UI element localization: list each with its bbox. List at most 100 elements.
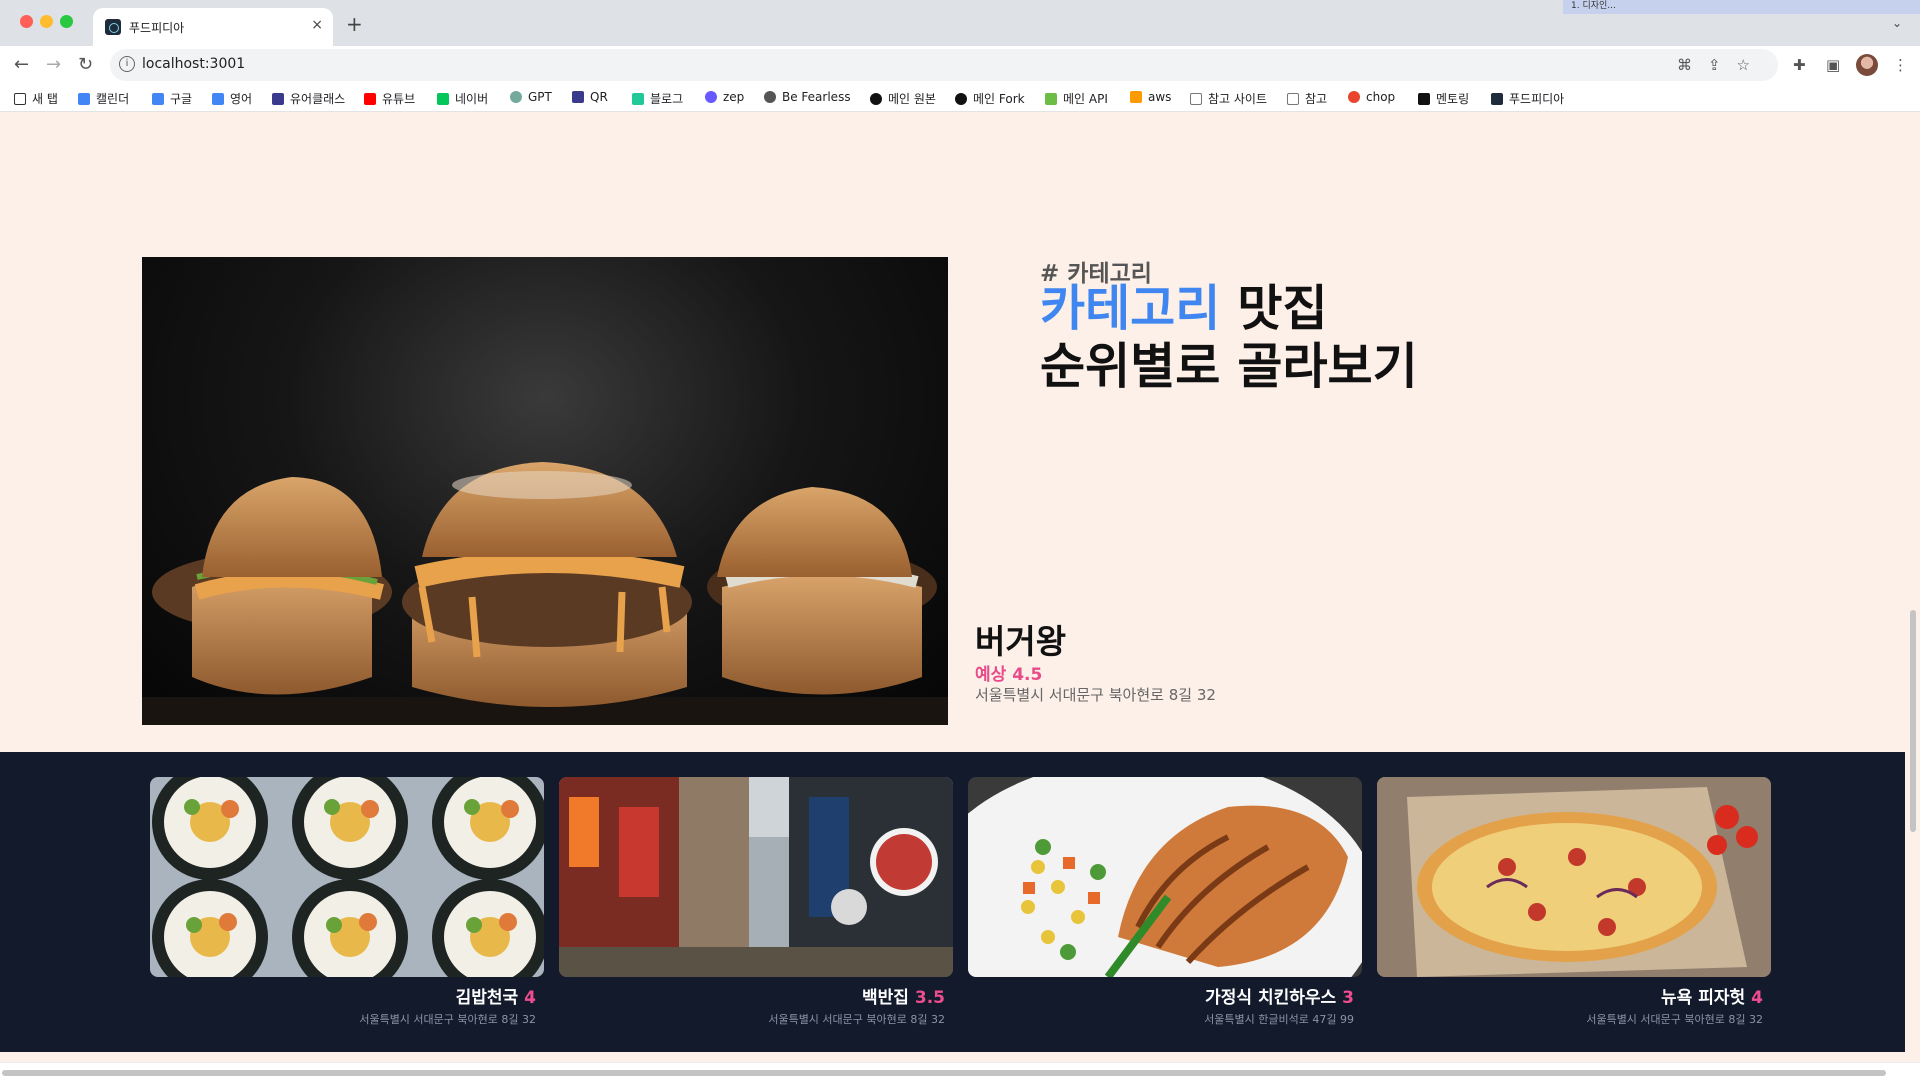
profile-avatar[interactable]: [1856, 54, 1878, 76]
bookmark-star-icon[interactable]: ☆: [1737, 56, 1766, 74]
bookmark-item[interactable]: 구글: [152, 90, 192, 107]
foodpedia-icon: [1491, 92, 1503, 105]
restaurant-card[interactable]: 뉴욕 피자헛 4 서울특별시 서대문구 북아현로 8길 32: [1377, 777, 1771, 1027]
bookmark-item[interactable]: 네이버: [437, 90, 488, 107]
forward-arrow-icon[interactable]: →: [46, 54, 61, 75]
bookmark-label: 멘토링: [1436, 92, 1470, 106]
bookmark-item[interactable]: 영어: [212, 90, 252, 107]
tab-title: 푸드피디아: [129, 21, 185, 35]
bookmark-label: GPT: [528, 90, 552, 104]
bookmark-item[interactable]: chop: [1348, 90, 1395, 104]
bookmark-item[interactable]: aws: [1130, 90, 1171, 104]
restaurant-card[interactable]: 가정식 치킨하우스 3 서울특별시 한글비석로 47길 99: [968, 777, 1362, 1027]
bookmarks-bar: 새 탭 캘린더 구글 영어 유어클래스 유튜브 네이버 GPT QR 블로그 zep Be Fearl…: [0, 84, 1920, 112]
bookmark-label: 유어클래스: [290, 92, 346, 106]
velog-icon: [632, 92, 644, 105]
card-meta: 백반집 3.5 서울특별시 서대문구 북아현로 8길 32: [559, 983, 953, 1027]
bookmark-item[interactable]: Be Fearless: [764, 90, 851, 104]
menu-kebab-icon[interactable]: ⋮: [1893, 56, 1908, 74]
url-text: localhost:3001: [142, 56, 246, 72]
horizontal-scrollbar[interactable]: [2, 1070, 1886, 1076]
address-bar[interactable]: i localhost:3001 ⌘⇪☆: [110, 49, 1778, 81]
bookmark-item[interactable]: 블로그: [632, 90, 683, 107]
folder-icon: [1190, 92, 1202, 105]
headline-line-1: 카테고리 맛집: [1040, 280, 1418, 338]
bookmark-label: 메인 Fork: [973, 92, 1025, 106]
restaurant-name: 가정식 치킨하우스: [1205, 988, 1337, 1008]
page-content: # 카테고리 카테고리 맛집 순위별로 골라보기 버거왕 예상 4.5 서울특별…: [0, 112, 1905, 1052]
restaurant-address: 서울특별시 서대문구 북아현로 8길 32: [1586, 1013, 1763, 1026]
side-panel-icon[interactable]: ▣: [1826, 56, 1840, 74]
bookmark-label: 참고: [1305, 92, 1328, 106]
restaurant-address: 서울특별시 서대문구 북아현로 8길 32: [359, 1013, 536, 1026]
bookmark-label: QR: [590, 90, 608, 104]
bookmark-item[interactable]: 새 탭: [14, 90, 58, 107]
bookmark-label: zep: [723, 90, 745, 104]
folder-icon: [1287, 92, 1299, 105]
openai-icon: [510, 91, 522, 103]
restaurant-card[interactable]: 백반집 3.5 서울특별시 서대문구 북아현로 8길 32: [559, 777, 953, 1027]
restaurant-score: 3: [1342, 988, 1354, 1008]
tab-close-icon[interactable]: ×: [311, 17, 323, 33]
site-info-icon[interactable]: i: [119, 56, 135, 72]
close-window-button[interactable]: [20, 15, 33, 28]
extensions-puzzle-icon[interactable]: ✚: [1793, 56, 1806, 74]
bookmark-item[interactable]: 유어클래스: [272, 90, 345, 107]
browser-tab-bar: 푸드피디아 × + 1. 디자인... ⌄: [0, 0, 1920, 46]
corner-window-label: 1. 디자인...: [1563, 0, 1920, 14]
bookmark-item[interactable]: GPT: [510, 90, 552, 104]
bookmark-item[interactable]: 멘토링: [1418, 90, 1469, 107]
google-icon: [212, 92, 224, 105]
featured-restaurant-address: 서울특별시 서대문구 북아현로 8길 32: [975, 686, 1216, 704]
card-meta: 가정식 치킨하우스 3 서울특별시 한글비석로 47길 99: [968, 983, 1362, 1027]
bookmark-item[interactable]: 참고 사이트: [1190, 90, 1267, 107]
bookmark-label: 참고 사이트: [1208, 92, 1268, 106]
bookmark-label: Be Fearless: [782, 90, 851, 104]
bookmark-label: 메인 원본: [888, 92, 936, 106]
featured-restaurant-name[interactable]: 버거왕: [975, 615, 1066, 663]
vertical-scrollbar[interactable]: [1910, 610, 1916, 832]
restaurant-name: 뉴욕 피자헛: [1661, 988, 1746, 1008]
restaurant-address: 서울특별시 서대문구 북아현로 8길 32: [768, 1013, 945, 1026]
browser-toolbar: ← → ↻ i localhost:3001 ⌘⇪☆ ✚ ▣ ⋮: [0, 46, 1920, 84]
codestates-icon: [572, 91, 584, 103]
bookmark-item[interactable]: 캘린더: [78, 90, 129, 107]
back-arrow-icon[interactable]: ←: [14, 54, 29, 75]
tab-search-chevron-icon[interactable]: ⌄: [1892, 16, 1902, 30]
browser-tab[interactable]: 푸드피디아 ×: [93, 8, 333, 46]
reload-icon[interactable]: ↻: [78, 54, 93, 75]
zep-icon: [705, 91, 717, 103]
grilled-chicken-image: [968, 777, 1362, 977]
bookmark-label: 구글: [170, 92, 193, 106]
restaurant-name: 김밥천국: [455, 988, 519, 1008]
zoom-window-button[interactable]: [60, 15, 73, 28]
share-icon[interactable]: ⇪: [1708, 56, 1737, 74]
bookmark-item[interactable]: 참고: [1287, 90, 1327, 107]
bookmark-item[interactable]: 푸드피디아: [1491, 90, 1564, 107]
bookmark-label: chop: [1366, 90, 1396, 104]
horizontal-scrollbar-track: [0, 1062, 1920, 1080]
restaurant-card[interactable]: 김밥천국 4 서울특별시 서대문구 북아현로 8길 32: [150, 777, 544, 1027]
new-tab-button[interactable]: +: [346, 12, 363, 36]
bookmark-item[interactable]: 메인 원본: [870, 90, 936, 107]
minimize-window-button[interactable]: [40, 15, 53, 28]
pizza-image: [1377, 777, 1771, 977]
bookmark-item[interactable]: 메인 API: [1045, 90, 1108, 107]
translate-icon[interactable]: ⌘: [1677, 56, 1708, 74]
headline-line-2: 순위별로 골라보기: [1040, 338, 1418, 395]
bookmark-item[interactable]: QR: [572, 90, 608, 104]
bookmark-label: 유튜브: [382, 92, 416, 106]
bookmark-label: aws: [1148, 90, 1172, 104]
bookmark-item[interactable]: zep: [705, 90, 744, 104]
featured-restaurant-score: 예상 4.5: [975, 665, 1043, 685]
page-headline: 카테고리 맛집 순위별로 골라보기: [1040, 280, 1418, 396]
codestates-icon: [272, 92, 284, 105]
bookmark-label: 메인 API: [1063, 92, 1108, 106]
api-icon: [1045, 92, 1057, 105]
bookmark-item[interactable]: 메인 Fork: [955, 90, 1025, 107]
gimbap-image: [150, 777, 544, 977]
bookmark-label: 푸드피디아: [1509, 92, 1565, 106]
bookmark-item[interactable]: 유튜브: [364, 90, 415, 107]
restaurant-card-strip: 김밥천국 4 서울특별시 서대문구 북아현로 8길 32 백반집 3.5 서울특…: [0, 752, 1905, 1052]
restaurant-score: 3.5: [914, 988, 945, 1008]
